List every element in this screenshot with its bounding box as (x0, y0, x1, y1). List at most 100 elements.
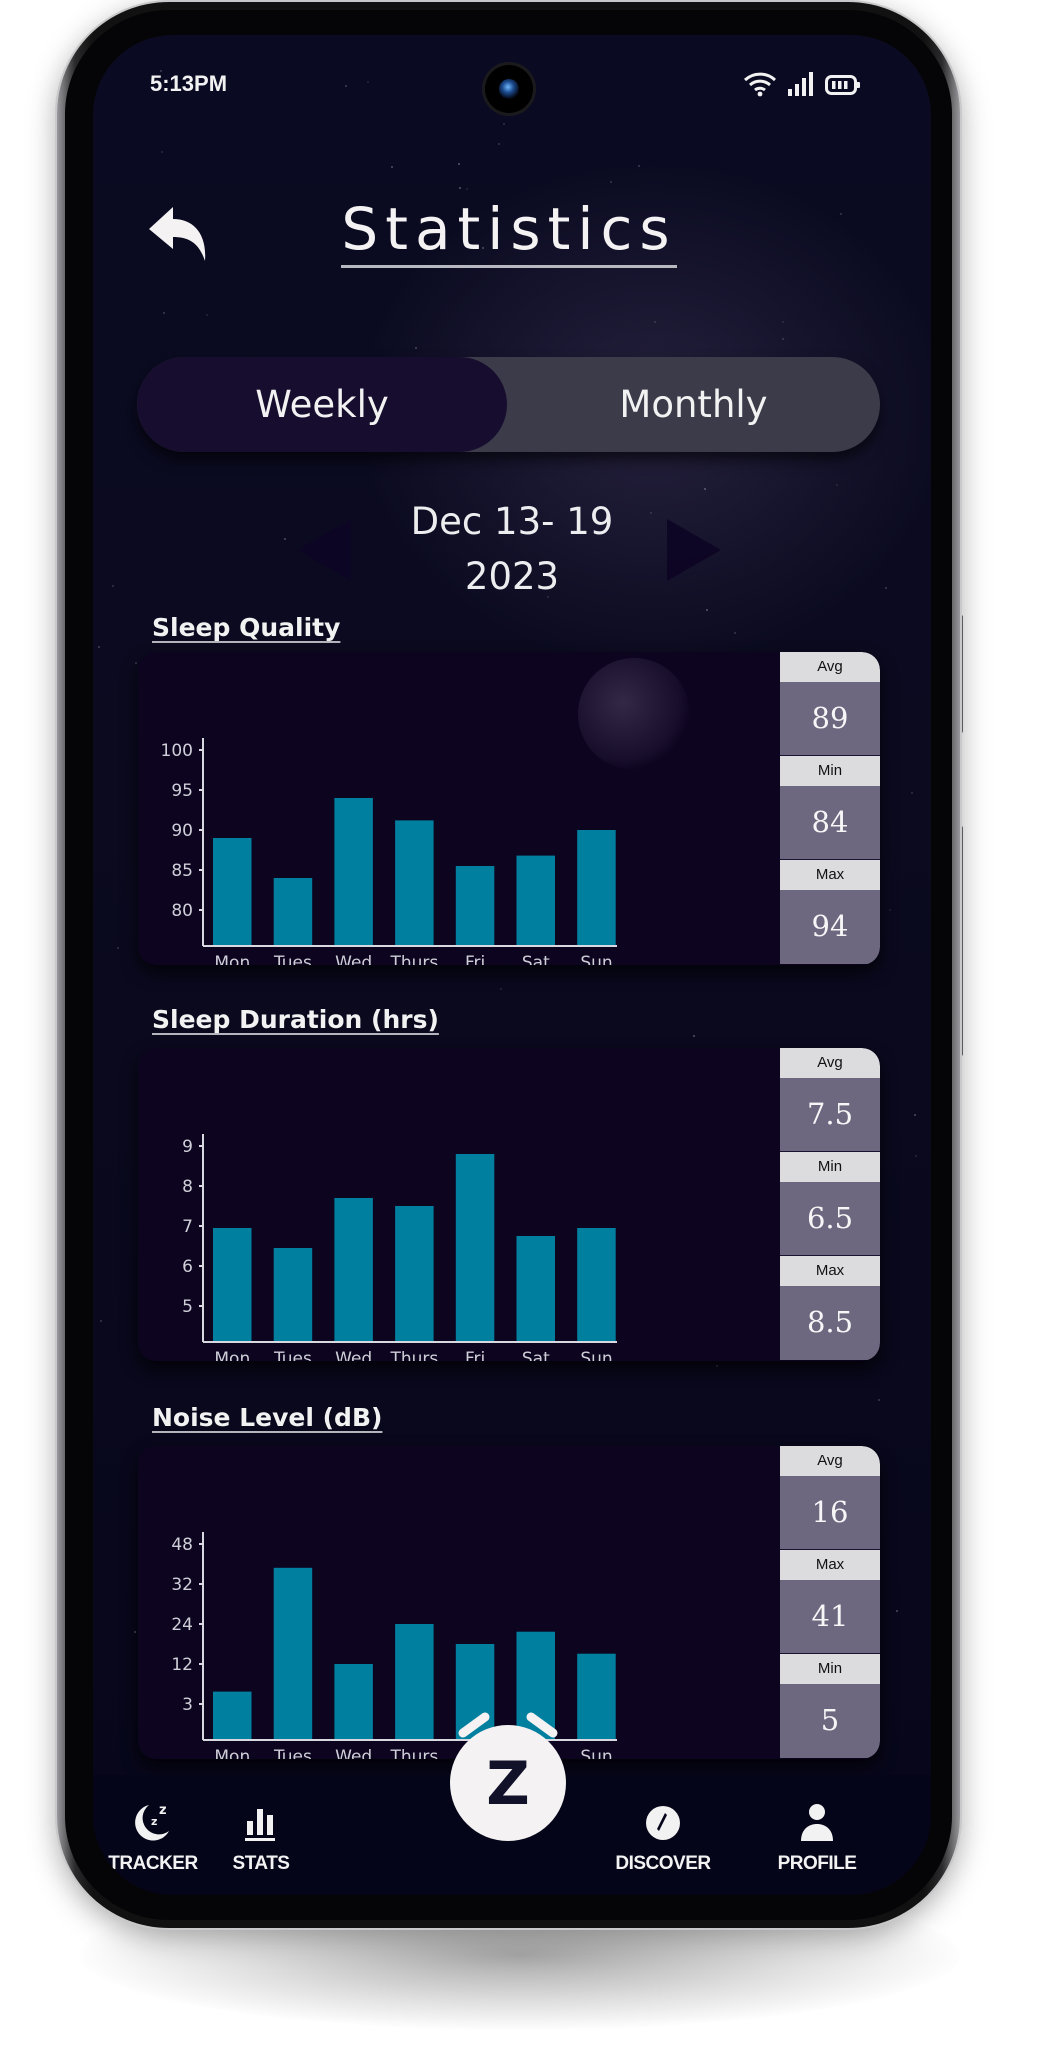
x-tick-label: Thurs (390, 953, 439, 965)
nav-stats-label: STATS (232, 1853, 290, 1874)
x-tick-label: Tues (273, 1349, 312, 1361)
star (704, 488, 706, 490)
star (161, 151, 163, 153)
y-tick-label: 95 (171, 781, 193, 801)
star (878, 1399, 880, 1401)
y-tick-label: 5 (182, 1297, 193, 1317)
bar-wed (334, 798, 373, 945)
y-tick-label: 6 (182, 1257, 193, 1277)
back-arrow-icon (149, 207, 206, 261)
bar-thurs (395, 820, 434, 945)
star (836, 484, 838, 486)
star (367, 81, 369, 83)
star (914, 1114, 916, 1116)
star (500, 988, 502, 990)
x-tick-label: Tues (273, 953, 312, 965)
stat-label: Min (780, 1152, 880, 1182)
battery-icon (825, 75, 860, 95)
nav-stats[interactable]: STATS (201, 1801, 321, 1875)
bar-tues (273, 1248, 313, 1341)
stat-value: 7.5 (780, 1078, 880, 1152)
page-title-text: Statistics (341, 195, 677, 268)
y-tick-label: 12 (171, 1655, 193, 1675)
star (117, 947, 119, 949)
x-tick-label: Wed (335, 1747, 372, 1759)
app-screen: 5:13PM Statistics Monthly Weekly Dec 13-… (93, 35, 931, 1895)
star (782, 321, 784, 323)
star (782, 338, 784, 340)
toggle-monthly[interactable]: Monthly (507, 357, 880, 452)
star (459, 187, 461, 189)
star (706, 609, 708, 611)
bar-mon (213, 1691, 252, 1739)
sleep-alarm-button[interactable]: Z (449, 1712, 567, 1843)
date-year: 2023 (464, 555, 560, 598)
star (100, 1320, 102, 1322)
star (840, 213, 842, 215)
star (693, 1035, 695, 1037)
bar-mon (213, 1228, 252, 1341)
stat-label: Max (780, 860, 880, 890)
star (415, 347, 417, 349)
bar-tues (273, 1567, 313, 1740)
stat-value: 8.5 (780, 1286, 880, 1360)
stat-value: 94 (780, 890, 880, 964)
x-tick-label: Sun (580, 1349, 612, 1361)
stat-value: 16 (780, 1476, 880, 1550)
star (911, 792, 913, 794)
stat-label: Min (780, 1654, 880, 1684)
sleep-duration-chart: 5 6 7 8 9 Mon Tues Wed Thurs Fri Sat Sun (182, 1134, 617, 1361)
star (716, 1365, 718, 1367)
sleep-quality-card: 80 85 90 95 100 Mon Tues Wed Thurs Fri Sat Sun Avg … (138, 652, 880, 965)
bar-sun (577, 1228, 616, 1341)
nav-profile-label: PROFILE (777, 1853, 857, 1874)
moon-sleep-icon: z z (135, 1803, 169, 1841)
nav-tracker[interactable]: z z TRACKER (93, 1801, 213, 1875)
toggle-weekly[interactable]: Weekly (137, 357, 507, 452)
star (135, 662, 137, 664)
nav-discover[interactable]: DISCOVER (603, 1801, 723, 1875)
x-tick-label: Sun (580, 953, 612, 965)
cellular-signal-icon (788, 72, 813, 96)
y-tick-label: 24 (171, 1615, 193, 1635)
star (98, 646, 100, 648)
x-tick-label: Wed (335, 953, 372, 965)
x-tick-label: Mon (214, 1349, 250, 1361)
star (163, 312, 165, 314)
period-toggle: Monthly Weekly (137, 357, 880, 452)
sleep-quality-chart: 80 85 90 95 100 Mon Tues Wed Thurs Fri Sat Sun (161, 738, 617, 965)
stat-value: 84 (780, 786, 880, 860)
status-icons (743, 71, 861, 97)
x-tick-label: Tues (273, 1747, 312, 1759)
back-button[interactable] (145, 203, 211, 267)
star (896, 1610, 898, 1612)
page-title: Statistics (253, 195, 765, 268)
star (206, 314, 208, 316)
stat-value: 89 (780, 682, 880, 756)
stat-value: 41 (780, 1580, 880, 1654)
star (345, 85, 347, 87)
x-tick-label: Wed (335, 1349, 372, 1361)
fab-label: Z (486, 1749, 530, 1819)
x-tick-label: Mon (214, 953, 250, 965)
bar-tues (273, 878, 313, 945)
y-tick-label: 8 (182, 1177, 193, 1197)
bar-fri (455, 1154, 495, 1341)
star (498, 143, 500, 145)
bar-sat (516, 1236, 555, 1341)
wifi-icon (743, 72, 777, 97)
nav-profile[interactable]: PROFILE (757, 1801, 877, 1875)
star (654, 321, 656, 323)
nav-tracker-label: TRACKER (108, 1853, 198, 1874)
svg-text:z: z (151, 1815, 157, 1828)
x-tick-label: Sat (522, 953, 550, 965)
user-icon (801, 1804, 833, 1841)
star (391, 166, 393, 168)
star (638, 165, 640, 167)
bar-mon (213, 838, 252, 945)
stat-label: Avg (780, 1048, 880, 1078)
x-tick-label: Sun (580, 1747, 612, 1759)
stat-label: Avg (780, 1446, 880, 1476)
y-tick-label: 80 (171, 901, 193, 921)
bar-sun (577, 830, 616, 945)
